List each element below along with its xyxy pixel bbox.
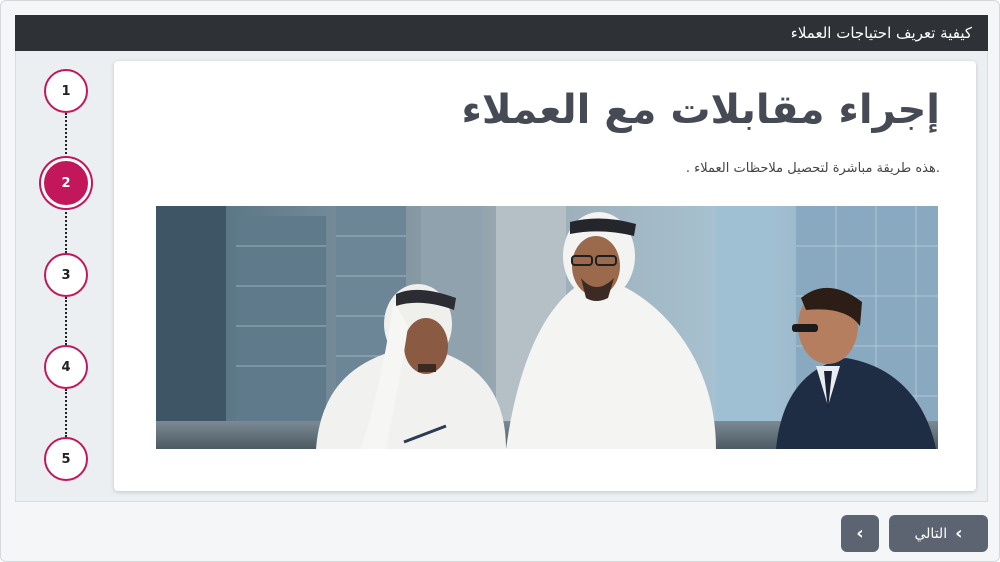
step-connector [65,113,67,161]
chevron-right-icon: › [856,522,864,544]
lesson-title: كيفية تعريف احتياجات العملاء [790,24,972,42]
step-4[interactable]: 4 [44,345,88,389]
step-3[interactable]: 3 [44,253,88,297]
content-stage: 1 2 3 4 5 إجراء مقابلات مع العملاء .هذه … [15,51,988,502]
content-card: إجراء مقابلات مع العملاء .هذه طريقة مباش… [114,61,976,491]
step-5[interactable]: 5 [44,437,88,481]
card-title: إجراء مقابلات مع العملاء [461,87,940,133]
next-button[interactable]: › التالي [889,515,988,552]
step-connector [65,205,67,253]
chevron-left-icon: › [955,522,963,544]
previous-button[interactable]: › [841,515,879,552]
step-connector [65,389,67,437]
step-navigator: 1 2 3 4 5 [44,69,88,494]
meeting-photo [156,206,938,449]
header-bar: كيفية تعريف احتياجات العملاء [15,15,988,51]
lesson-window: كيفية تعريف احتياجات العملاء 1 2 3 4 5 إ… [0,0,1000,562]
step-1[interactable]: 1 [44,69,88,113]
next-button-label: التالي [914,525,948,542]
step-connector [65,297,67,345]
card-description: .هذه طريقة مباشرة لتحصيل ملاحظات العملاء… [685,161,940,176]
step-2[interactable]: 2 [44,161,88,205]
